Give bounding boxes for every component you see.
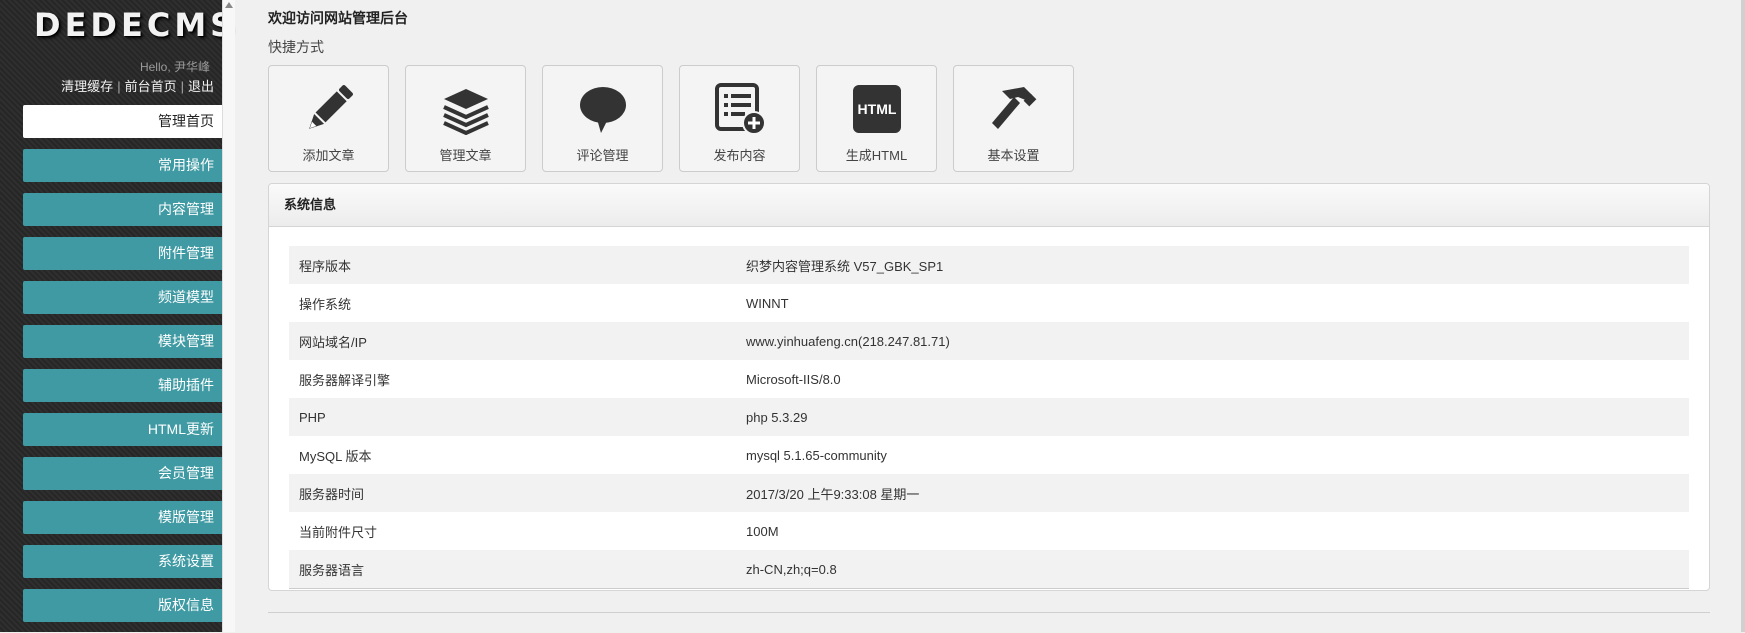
pencil-icon <box>299 78 359 140</box>
info-value: 2017/3/20 上午9:33:08 星期一 <box>736 474 1689 512</box>
system-info-table: 程序版本 织梦内容管理系统 V57_GBK_SP1 操作系统 WINNT 网站域名/IP… <box>289 246 1689 589</box>
table-row: 操作系统 WINNT <box>289 284 1689 322</box>
menu-item-plugins[interactable]: 辅助插件 <box>23 369 222 402</box>
table-row: 服务器解译引擎 Microsoft-IIS/8.0 <box>289 360 1689 398</box>
menu-item-html-update[interactable]: HTML更新 <box>23 413 222 446</box>
manage-articles-shortcut[interactable]: 管理文章 <box>405 65 526 172</box>
publish-content-shortcut[interactable]: 发布内容 <box>679 65 800 172</box>
table-row: 当前附件尺寸 100M <box>289 512 1689 550</box>
info-value: 织梦内容管理系统 V57_GBK_SP1 <box>736 246 1689 284</box>
info-key: 服务器时间 <box>289 474 736 512</box>
username: 尹华峰 <box>173 60 210 74</box>
shortcut-label: 基本设置 <box>987 148 1040 163</box>
panel-title: 系统信息 <box>269 184 1709 227</box>
generate-html-shortcut[interactable]: HTML 生成HTML <box>816 65 937 172</box>
sidebar-menu: 管理首页 常用操作 内容管理 附件管理 频道模型 模块管理 辅助插件 HTML更… <box>23 105 222 633</box>
clear-cache-link[interactable]: 清理缓存 <box>61 79 113 94</box>
info-key: PHP <box>289 398 736 436</box>
info-value: php 5.3.29 <box>736 398 1689 436</box>
menu-item-copyright[interactable]: 版权信息 <box>23 589 222 622</box>
table-row: 程序版本 织梦内容管理系统 V57_GBK_SP1 <box>289 246 1689 284</box>
greeting: Hello, 尹华峰 <box>140 58 210 75</box>
shortcut-label: 发布内容 <box>713 148 766 163</box>
info-value: zh-CN,zh;q=0.8 <box>736 550 1689 589</box>
info-value: WINNT <box>746 295 789 311</box>
info-key: 操作系统 <box>299 296 352 312</box>
logo: DEDECMS <box>34 6 238 44</box>
scroll-up-arrow-icon[interactable] <box>225 2 233 8</box>
page-scrollbar[interactable] <box>1741 0 1745 632</box>
menu-item-admin-home[interactable]: 管理首页 <box>23 105 222 138</box>
table-row: 服务器时间 2017/3/20 上午9:33:08 星期一 <box>289 474 1689 512</box>
greeting-prefix: Hello, <box>139 60 174 74</box>
menu-item-members[interactable]: 会员管理 <box>23 457 222 490</box>
menu-item-channel-models[interactable]: 频道模型 <box>23 281 222 314</box>
stack-icon <box>436 78 496 140</box>
shortcut-label: 添加文章 <box>302 148 355 163</box>
shortcut-section-title: 快捷方式 <box>268 39 324 55</box>
logout-link[interactable]: 退出 <box>188 79 214 94</box>
frontend-home-link[interactable]: 前台首页 <box>125 79 177 94</box>
separator: | <box>180 79 184 94</box>
speech-bubble-icon <box>573 78 633 140</box>
sidebar: DEDECMS Hello, 尹华峰 清理缓存 | 前台首页 | 退出 管理首页 常用操… <box>0 0 233 633</box>
menu-item-common-ops[interactable]: 常用操作 <box>23 149 222 182</box>
html-icon-text: HTML <box>857 101 896 117</box>
table-row: 服务器语言 zh-CN,zh;q=0.8 <box>289 550 1689 589</box>
add-article-shortcut[interactable]: 添加文章 <box>268 65 389 172</box>
divider <box>268 612 1710 613</box>
table-row: 网站域名/IP www.yinhuafeng.cn(218.247.81.71) <box>289 322 1689 360</box>
menu-item-content[interactable]: 内容管理 <box>23 193 222 226</box>
info-key: 服务器解译引擎 <box>299 372 391 388</box>
table-row: PHP php 5.3.29 <box>289 398 1689 436</box>
comment-management-shortcut[interactable]: 评论管理 <box>542 65 663 172</box>
shortcut-label: 生成HTML <box>845 148 908 163</box>
info-value: mysql 5.1.65-community <box>746 447 887 463</box>
info-key: 当前附件尺寸 <box>299 524 378 540</box>
basic-settings-shortcut[interactable]: 基本设置 <box>953 65 1074 172</box>
page-title: 欢迎访问网站管理后台 <box>268 10 408 26</box>
html-icon: HTML <box>847 78 907 140</box>
table-row: MySQL 版本 mysql 5.1.65-community <box>289 436 1689 474</box>
sidebar-links: 清理缓存 | 前台首页 | 退出 <box>61 76 214 95</box>
hammer-icon <box>984 78 1044 140</box>
menu-item-modules[interactable]: 模块管理 <box>23 325 222 358</box>
separator: | <box>117 79 121 94</box>
info-key: 服务器语言 <box>289 550 736 589</box>
system-info-panel: 系统信息 程序版本 织梦内容管理系统 V57_GBK_SP1 操作系统 WINNT 网站… <box>268 183 1710 591</box>
info-key: MySQL 版本 <box>299 448 372 464</box>
info-key: 程序版本 <box>289 246 736 284</box>
info-value: www.yinhuafeng.cn(218.247.81.71) <box>736 322 1689 360</box>
scrollbar[interactable] <box>222 0 235 632</box>
menu-item-attachments[interactable]: 附件管理 <box>23 237 222 270</box>
list-add-icon <box>710 78 770 140</box>
info-value: Microsoft-IIS/8.0 <box>746 371 841 387</box>
info-key: 网站域名/IP <box>289 322 736 360</box>
info-value: 100M <box>746 523 779 539</box>
shortcut-label: 评论管理 <box>576 148 629 163</box>
shortcut-label: 管理文章 <box>439 148 492 163</box>
shortcut-list: 添加文章 管理文章 评论管理 发布内容 HTML 生成HTML 基本设置 <box>268 65 1090 172</box>
menu-item-templates[interactable]: 模版管理 <box>23 501 222 534</box>
menu-item-system-settings[interactable]: 系统设置 <box>23 545 222 578</box>
